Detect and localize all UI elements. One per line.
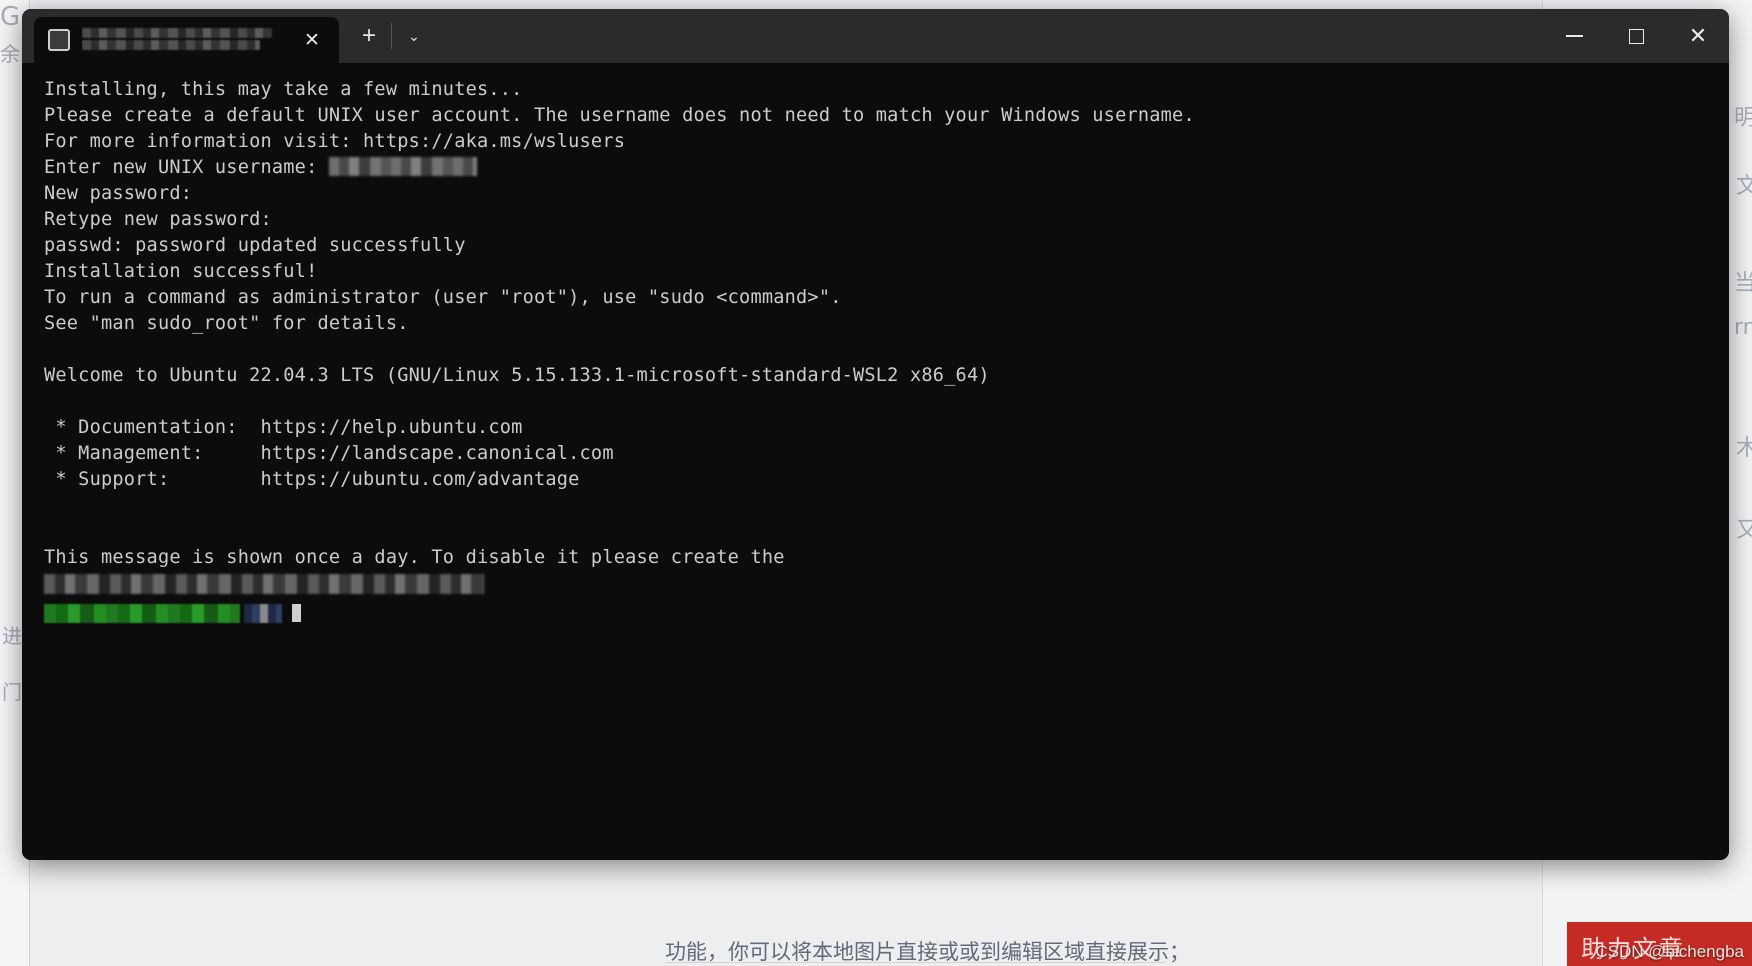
minimize-button[interactable] [1543, 9, 1605, 63]
chevron-down-icon[interactable]: ⌄ [392, 14, 436, 58]
redacted-shell-prompt [44, 603, 240, 623]
close-icon: ✕ [1688, 23, 1708, 48]
tab-title-redaction-line-1 [82, 28, 272, 38]
terminal-line: Welcome to Ubuntu 22.04.3 LTS (GNU/Linux… [44, 365, 990, 386]
tab-profile-icon [48, 29, 70, 51]
terminal-line: This message is shown once a day. To dis… [44, 547, 785, 568]
maximize-button[interactable] [1605, 9, 1667, 63]
close-window-button[interactable]: ✕ [1667, 9, 1729, 63]
minimize-icon [1565, 35, 1583, 37]
terminal-window: ✕ + ⌄ ✕ Installing, this may take a few … [22, 9, 1729, 860]
tab-title-redaction-line-2 [82, 40, 260, 50]
terminal-line: Please create a default UNIX user accoun… [44, 105, 1195, 126]
terminal-cursor [292, 604, 301, 622]
terminal-line: For more information visit: https://aka.… [44, 131, 626, 152]
terminal-line: * Support: https://ubuntu.com/advantage [44, 469, 580, 490]
tab-title-redacted [82, 27, 295, 53]
background-glyph-wen: 文 [1736, 174, 1752, 199]
redacted-path-line [44, 574, 484, 594]
terminal-line: passwd: password updated successfully [44, 235, 466, 256]
new-tab-icon[interactable]: + [347, 14, 391, 58]
title-bar[interactable]: ✕ + ⌄ ✕ [22, 9, 1729, 63]
background-glyph-you: 又 [1736, 518, 1752, 543]
background-glyph-g: G [0, 2, 21, 32]
terminal-output[interactable]: Installing, this may take a few minutes.… [22, 63, 1729, 860]
terminal-line: To run a command as administrator (user … [44, 287, 842, 308]
background-glyph-yu: 余 [0, 42, 20, 66]
watermark: CSDN @bichengba [1595, 942, 1744, 961]
terminal-line: Retype new password: [44, 209, 272, 230]
background-glyph-mu: 当 [1734, 271, 1752, 296]
terminal-line [44, 600, 1729, 626]
background-glyph-jin: 进 [2, 624, 22, 648]
terminal-line: See "man sudo_root" for details. [44, 313, 409, 334]
terminal-tab[interactable]: ✕ [34, 17, 339, 63]
titlebar-actions: + ⌄ [347, 9, 436, 63]
terminal-line: * Documentation: https://help.ubuntu.com [44, 417, 523, 438]
terminal-line: New password: [44, 183, 193, 204]
background-glyph-men: 门 [2, 680, 22, 704]
redacted-username [328, 157, 477, 176]
maximize-icon [1628, 28, 1644, 44]
terminal-line-text: Enter new UNIX username: [44, 157, 329, 178]
terminal-line: * Management: https://landscape.canonica… [44, 443, 614, 464]
background-glyph-ming: 明 [1734, 106, 1752, 131]
terminal-line [44, 574, 1729, 600]
background-glyph-mu2: 木 [1736, 436, 1752, 461]
background-rule-1 [665, 962, 1165, 963]
close-tab-icon[interactable]: ✕ [295, 23, 329, 57]
titlebar-drag-area[interactable] [436, 9, 1543, 63]
terminal-line: Installing, this may take a few minutes.… [44, 79, 523, 100]
window-controls: ✕ [1543, 9, 1729, 63]
redacted-prompt-path [244, 603, 282, 623]
terminal-line: Enter new UNIX username: [44, 155, 1729, 181]
background-glyph-rn: rn [1734, 315, 1752, 340]
terminal-line: Installation successful! [44, 261, 318, 282]
